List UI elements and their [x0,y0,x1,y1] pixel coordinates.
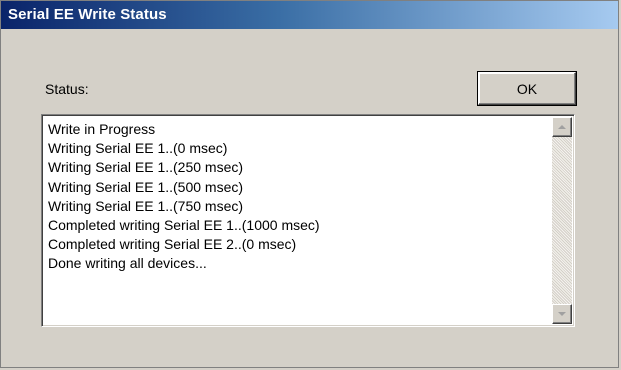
status-log-listbox[interactable]: Write in Progress Writing Serial EE 1..(… [41,114,575,327]
list-item: Completed writing Serial EE 2..(0 msec) [48,236,297,253]
status-label: Status: [45,81,89,97]
ok-button[interactable]: OK [477,71,577,106]
serial-ee-write-status-dialog: Serial EE Write Status Status: OK Write … [0,0,619,368]
list-item: Writing Serial EE 1..(250 msec) [48,159,244,176]
scroll-down-button[interactable] [552,304,572,324]
status-log-lines: Write in Progress Writing Serial EE 1..(… [48,120,548,274]
scroll-down-arrow-icon [558,312,566,316]
window-title: Serial EE Write Status [8,6,167,23]
vertical-scrollbar[interactable] [552,117,572,324]
ok-button-label: OK [516,80,538,97]
list-item: Writing Serial EE 1..(750 msec) [48,197,244,214]
list-item: Writing Serial EE 1..(0 msec) [48,140,228,157]
list-item: Writing Serial EE 1..(500 msec) [48,178,244,195]
title-bar[interactable]: Serial EE Write Status [1,1,618,29]
scroll-up-button[interactable] [552,117,572,137]
list-item: Done writing all devices... [48,255,207,272]
list-item: Write in Progress [48,121,156,137]
list-item: Completed writing Serial EE 1..(1000 mse… [48,217,320,234]
scroll-up-arrow-icon [558,125,566,129]
